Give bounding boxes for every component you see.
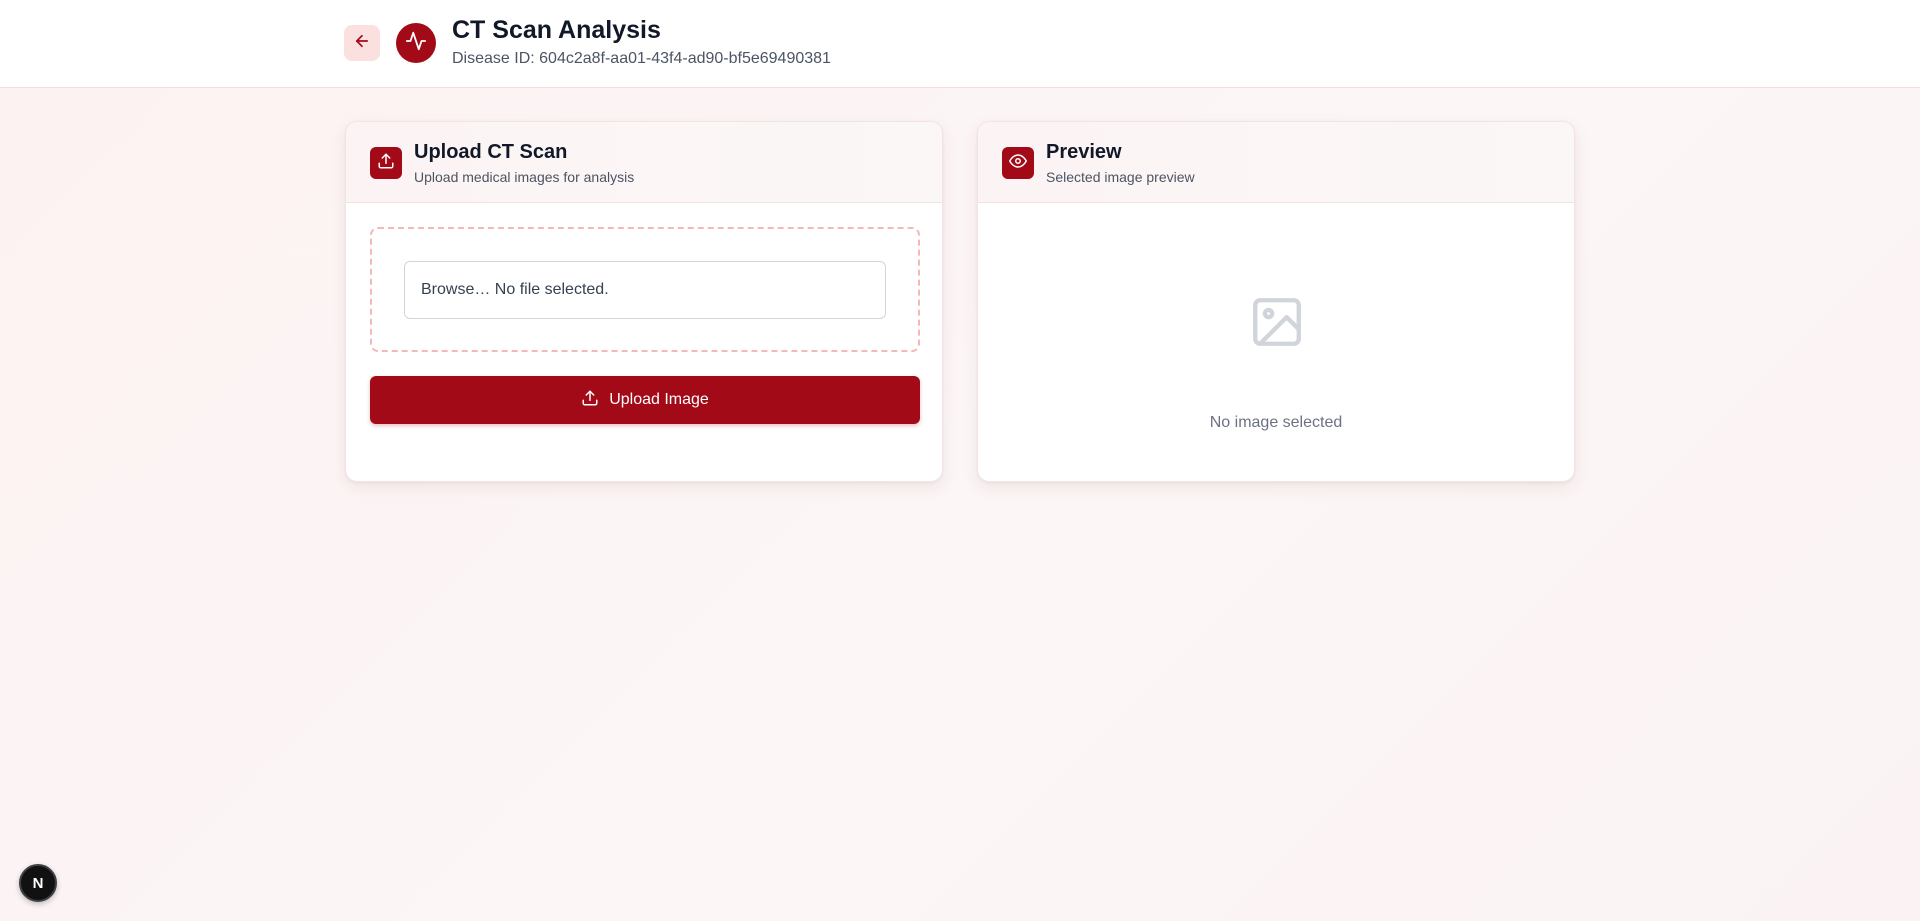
disease-id: Disease ID: 604c2a8f-aa01-43f4-ad90-bf5e… (452, 50, 831, 67)
upload-card: Upload CT Scan Upload medical images for… (345, 121, 943, 482)
upload-icon (377, 152, 395, 175)
preview-card-icon-badge (1002, 147, 1034, 179)
page-title: CT Scan Analysis (452, 16, 661, 44)
arrow-left-icon (353, 32, 371, 55)
upload-image-button-label: Upload Image (609, 391, 709, 408)
file-input[interactable]: Browse… No file selected. (404, 261, 886, 319)
no-image-text: No image selected (1209, 414, 1343, 431)
preview-card: Preview Selected image preview No image … (977, 121, 1575, 482)
upload-card-subtitle: Upload medical images for analysis (414, 169, 635, 185)
file-dropzone[interactable]: Browse… No file selected. (370, 227, 920, 352)
activity-pulse-icon (405, 30, 427, 57)
top-header: CT Scan Analysis Disease ID: 604c2a8f-aa… (0, 0, 1920, 88)
nextjs-logo-icon[interactable]: N (19, 864, 57, 902)
app-logo (396, 23, 436, 63)
preview-card-subtitle: Selected image preview (1046, 169, 1195, 185)
preview-card-header: Preview Selected image preview (978, 122, 1574, 203)
back-button[interactable] (344, 25, 380, 61)
dev-badge-label: N (32, 874, 44, 892)
preview-empty-state (978, 203, 1574, 481)
upload-icon (581, 389, 599, 412)
preview-card-title: Preview (1046, 141, 1122, 163)
upload-card-icon-badge (370, 147, 402, 179)
upload-card-title: Upload CT Scan (414, 141, 568, 163)
image-placeholder-icon (1248, 293, 1306, 351)
eye-icon (1009, 152, 1027, 175)
upload-card-header: Upload CT Scan Upload medical images for… (346, 122, 942, 203)
upload-image-button[interactable]: Upload Image (370, 376, 920, 424)
